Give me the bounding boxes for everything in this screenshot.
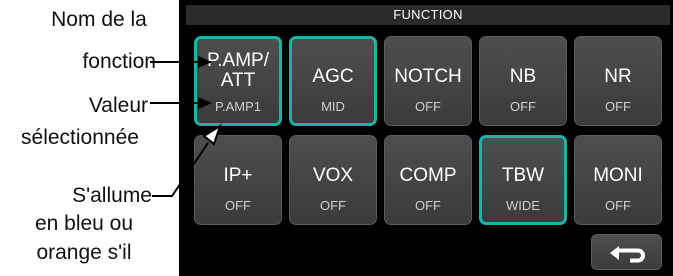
callout-leader-lines <box>150 56 222 197</box>
